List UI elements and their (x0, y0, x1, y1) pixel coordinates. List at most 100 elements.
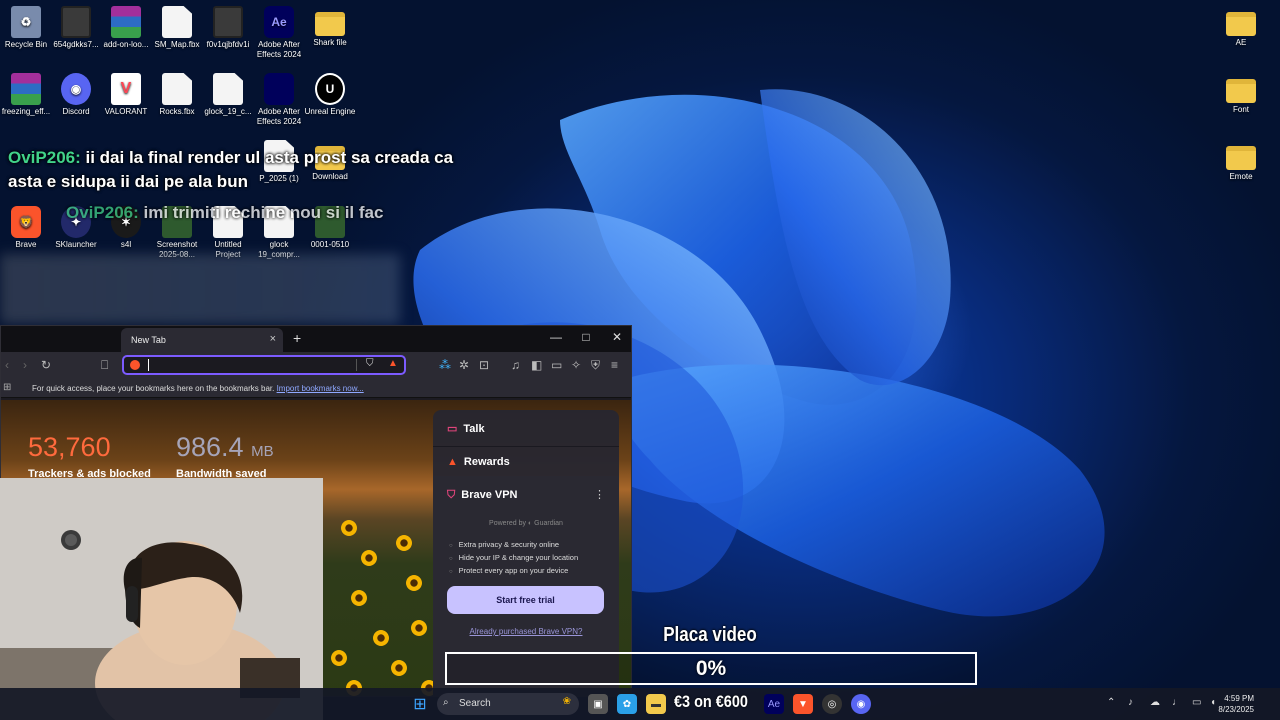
video-icon (213, 6, 243, 38)
search-highlight-icon: ❀ (562, 696, 571, 707)
desktop-icon[interactable]: 🦁 Brave (0, 206, 52, 250)
desktop-icon-label: Unreal Engine (304, 107, 356, 116)
chat-text: ii dai la final render ul asta prost sa … (80, 148, 454, 167)
leo-ai-icon[interactable]: ✧ (571, 358, 581, 372)
tab-new-tab[interactable]: New Tab × (121, 328, 283, 352)
clock[interactable]: 4:59 PM 8/23/2025 (1218, 693, 1254, 715)
file-icon (162, 73, 192, 105)
rewards-label: Rewards (463, 456, 510, 468)
browser-toolbar: ‹ › ↻ ⎕ ⛉ ▲ ⁂ ✲ ⊡ ♫ ◧ ▭ ✧ ⛨ ≡ (1, 352, 631, 378)
desktop-icon[interactable]: Font (1215, 73, 1267, 115)
volume-icon[interactable]: ◖ (1210, 697, 1216, 708)
url-input[interactable] (154, 358, 354, 372)
desktop-icon-label: s4l (120, 240, 132, 249)
translate-icon[interactable]: ⁂ (439, 358, 451, 372)
vpn-feature-3: Protect every app on your device (449, 566, 569, 575)
bandwidth-unit: MB (251, 443, 274, 460)
brave-shields-icon[interactable]: ⛉ (366, 358, 374, 369)
bookmark-icon[interactable]: ⎕ (101, 358, 108, 373)
back-icon[interactable]: ‹ (5, 358, 9, 372)
powered-by-guardian: Powered by ◐ Guardian (433, 520, 619, 527)
maximize-button[interactable]: □ (576, 330, 596, 344)
vpn-more-icon[interactable]: ⋮ (594, 488, 605, 501)
audio-device-icon[interactable]: ♪ (1128, 697, 1133, 708)
minimize-button[interactable]: — (546, 330, 566, 344)
powered-by-text: Powered by (489, 520, 527, 527)
folder-icon (1226, 12, 1256, 36)
desktop-icon[interactable]: Rocks.fbx (151, 73, 203, 117)
desktop-icon[interactable]: add-on-loo... (100, 6, 152, 50)
guardian-text: Guardian (534, 520, 563, 527)
media-icon[interactable]: ♫ (511, 358, 520, 372)
desktop-icon[interactable]: ♻ Recycle Bin (0, 6, 52, 50)
wallet-icon[interactable]: ▭ (551, 358, 562, 372)
webcam-feed (0, 478, 323, 720)
desktop-icon[interactable]: Emote (1215, 140, 1267, 182)
desktop-icon[interactable]: freezing_eff... (0, 73, 52, 117)
desktop-icon[interactable]: ◉ Discord (50, 73, 102, 117)
show-hidden-icons[interactable]: ⌃ (1107, 697, 1115, 708)
webcam-overlay (0, 478, 323, 720)
chat-message-2: OviP206: imi trimiti rechine nou si il f… (66, 203, 383, 223)
desktop-icon-label: Brave (15, 240, 37, 249)
reload-icon[interactable]: ↻ (41, 358, 51, 372)
address-bar[interactable]: ⛉ ▲ (122, 355, 406, 375)
already-purchased-link[interactable]: Already purchased Brave VPN? (433, 627, 619, 636)
close-window-button[interactable]: ✕ (607, 330, 627, 344)
task-view-icon[interactable]: ▣ (588, 694, 608, 714)
desktop-icon[interactable]: Adobe After Effects 2024 (253, 73, 305, 127)
start-free-trial-button[interactable]: Start free trial (447, 586, 604, 614)
apps-grid-icon[interactable]: ⊞ (3, 382, 11, 393)
discord-taskbar-icon[interactable]: ◉ (851, 694, 871, 714)
desktop-icon[interactable]: AE (1215, 6, 1267, 48)
vpn-icon[interactable]: ⛨ (591, 358, 600, 373)
tab-close-icon[interactable]: × (270, 333, 276, 345)
rewards-widget[interactable]: ▲ Rewards (447, 456, 510, 468)
file-explorer-icon[interactable]: ▬ (646, 694, 666, 714)
brave-taskbar-icon[interactable]: ▼ (793, 694, 813, 714)
desktop-icon[interactable]: Shark file (304, 6, 356, 48)
screenshot-icon[interactable]: ⊡ (479, 358, 489, 372)
desktop-icon[interactable]: f0v1qjbfdv1i (202, 6, 254, 50)
chat-username: OviP206: (66, 203, 139, 222)
desktop-icon-label: 654gdkks7... (53, 40, 99, 49)
desktop-icon[interactable]: 654gdkks7... (50, 6, 102, 50)
start-button-icon[interactable]: ⊞ (410, 694, 430, 714)
forward-icon[interactable]: › (23, 358, 27, 372)
display-icon[interactable]: ▭ (1192, 697, 1201, 708)
vpn-shield-icon: ⛉ (447, 489, 456, 501)
desktop-icon[interactable]: Ae Adobe After Effects 2024 (253, 6, 305, 60)
desktop-icon-label: Rocks.fbx (159, 107, 195, 116)
desktop-icon[interactable]: glock_19_c... (202, 73, 254, 117)
network-icon[interactable]: ☁ (1150, 697, 1160, 708)
brave-rewards-icon[interactable]: ▲ (388, 358, 398, 369)
sunflower (373, 630, 389, 646)
sunflower (331, 650, 347, 666)
import-bookmarks-link[interactable]: Import bookmarks now... (277, 384, 364, 393)
sidebar-icon[interactable]: ◧ (531, 358, 542, 372)
talk-widget[interactable]: ▭ Talk (447, 422, 485, 435)
desktop-icon-label: Adobe After Effects 2024 (256, 107, 302, 126)
copilot-icon[interactable]: ✿ (617, 694, 637, 714)
menu-icon[interactable]: ≡ (611, 358, 618, 372)
winrar-icon (111, 6, 141, 38)
sunflower (406, 575, 422, 591)
obs-taskbar-icon[interactable]: ◎ (822, 694, 842, 714)
vpn-title: ⛉ Brave VPN (447, 489, 518, 502)
clock-date: 8/23/2025 (1218, 705, 1254, 714)
sunflower (396, 535, 412, 551)
taskbar-search[interactable]: ⌕ Search ❀ (437, 693, 579, 715)
folder-icon (1226, 79, 1256, 103)
desktop-icon[interactable]: U Unreal Engine (304, 73, 356, 117)
microphone-icon[interactable]: ♩ (1172, 697, 1182, 708)
taskbar: ⊞ ⌕ Search ❀ ▣ ✿ ▬ Ae ▼ ◎ ◉ ⌃ ♪ ☁ ♩ ▭ ◖ … (0, 688, 1280, 720)
desktop-icon[interactable]: V VALORANT (100, 73, 152, 117)
progress-title: Placa video (663, 624, 757, 646)
desktop-icon-label: freezing_eff... (1, 107, 51, 116)
new-tab-button[interactable]: + (293, 330, 301, 346)
desktop-icon[interactable]: SM_Map.fbx (151, 6, 203, 50)
after-effects-taskbar-icon[interactable]: Ae (764, 694, 784, 714)
extensions-icon[interactable]: ✲ (459, 358, 469, 372)
desktop-icon-label: Discord (62, 107, 90, 116)
desktop-icon-label: Recycle Bin (4, 40, 48, 49)
